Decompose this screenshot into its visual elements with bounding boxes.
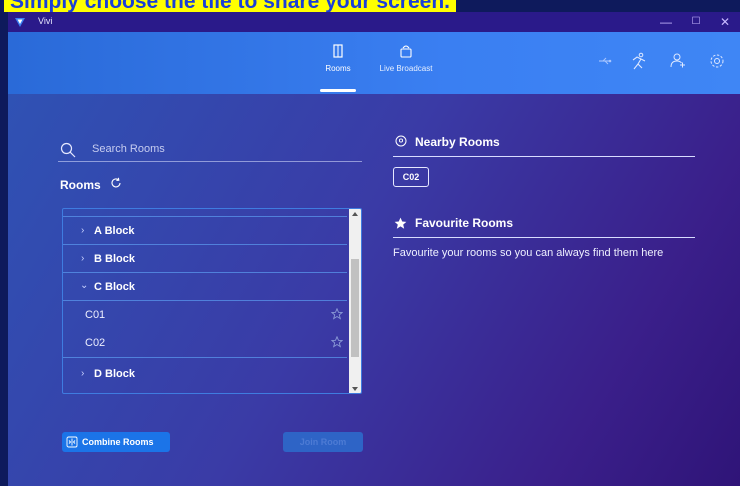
favourite-divider xyxy=(393,237,695,238)
instruction-banner: Simply choose the tile to share your scr… xyxy=(0,0,740,12)
rooms-heading: Rooms xyxy=(60,178,101,192)
group-label: D Block xyxy=(94,368,135,380)
active-tab-indicator xyxy=(320,89,356,92)
banner-text: Simply choose the tile to share your scr… xyxy=(4,0,456,12)
location-pin-icon xyxy=(395,135,407,147)
favourite-rooms-description: Favourite your rooms so you can always f… xyxy=(393,247,664,259)
runner-icon[interactable] xyxy=(631,52,647,70)
vivi-logo-icon xyxy=(15,18,25,27)
minimize-button[interactable]: — xyxy=(651,12,681,32)
list-item-c01[interactable]: C01 xyxy=(63,301,347,329)
join-room-button[interactable]: Join Room xyxy=(283,432,363,452)
tab-live-broadcast-label: Live Broadcast xyxy=(379,64,433,73)
add-user-icon[interactable] xyxy=(670,52,686,68)
scroll-down-arrow[interactable] xyxy=(352,387,358,391)
list-item-a-block[interactable]: › A Block xyxy=(63,217,347,245)
room-label: C01 xyxy=(85,309,106,321)
broadcast-icon xyxy=(400,45,412,58)
tab-rooms-label: Rooms xyxy=(325,64,351,73)
combine-rooms-button[interactable]: Combine Rooms xyxy=(62,432,170,452)
chevron-down-icon: ⌄ xyxy=(80,280,89,291)
search-icon xyxy=(60,142,76,158)
scroll-up-arrow[interactable] xyxy=(352,212,358,216)
list-item-c02[interactable]: C02 xyxy=(63,329,347,357)
list-item-d-block[interactable]: › D Block xyxy=(63,357,347,387)
list-scrollbar[interactable] xyxy=(349,209,361,393)
nearby-divider xyxy=(393,156,695,157)
tab-live-broadcast[interactable]: Live Broadcast xyxy=(370,32,442,94)
nearby-room-chip[interactable]: C02 xyxy=(393,167,429,187)
combine-icon xyxy=(66,436,78,448)
app-title: Vivi xyxy=(38,16,53,26)
list-item-b-block[interactable]: › B Block xyxy=(63,245,347,273)
group-label: B Block xyxy=(94,253,135,265)
star-filled-icon xyxy=(394,217,407,229)
main-content: Rooms › A Block › B Block ⌄ C Block C01 … xyxy=(8,94,740,486)
favourite-rooms-title: Favourite Rooms xyxy=(415,216,514,230)
scroll-thumb[interactable] xyxy=(351,259,359,357)
combine-rooms-label: Combine Rooms xyxy=(82,437,154,447)
close-button[interactable]: ✕ xyxy=(710,12,740,32)
refresh-icon[interactable] xyxy=(110,177,122,189)
tab-rooms[interactable]: Rooms xyxy=(316,32,360,94)
maximize-button[interactable]: ☐ xyxy=(681,12,711,32)
group-label: C Block xyxy=(94,281,135,293)
usb-icon[interactable] xyxy=(598,54,612,68)
title-bar: Vivi — ☐ ✕ xyxy=(8,12,740,32)
top-nav: Rooms Live Broadcast xyxy=(8,32,740,94)
chevron-right-icon: › xyxy=(81,253,85,264)
nearby-rooms-title: Nearby Rooms xyxy=(415,135,500,149)
search-input[interactable] xyxy=(92,143,352,155)
group-label: A Block xyxy=(94,225,135,237)
chevron-right-icon: › xyxy=(81,225,85,236)
star-outline-icon[interactable] xyxy=(331,336,343,348)
chevron-right-icon: › xyxy=(81,368,85,379)
list-item-c-block[interactable]: ⌄ C Block xyxy=(63,273,347,301)
settings-icon[interactable] xyxy=(709,53,725,69)
search-bar[interactable] xyxy=(58,140,362,162)
list-row-partial xyxy=(63,209,347,217)
room-label: C02 xyxy=(85,337,106,349)
star-outline-icon[interactable] xyxy=(331,308,343,320)
rooms-list[interactable]: › A Block › B Block ⌄ C Block C01 C02 › … xyxy=(62,208,362,394)
door-icon xyxy=(333,44,343,58)
